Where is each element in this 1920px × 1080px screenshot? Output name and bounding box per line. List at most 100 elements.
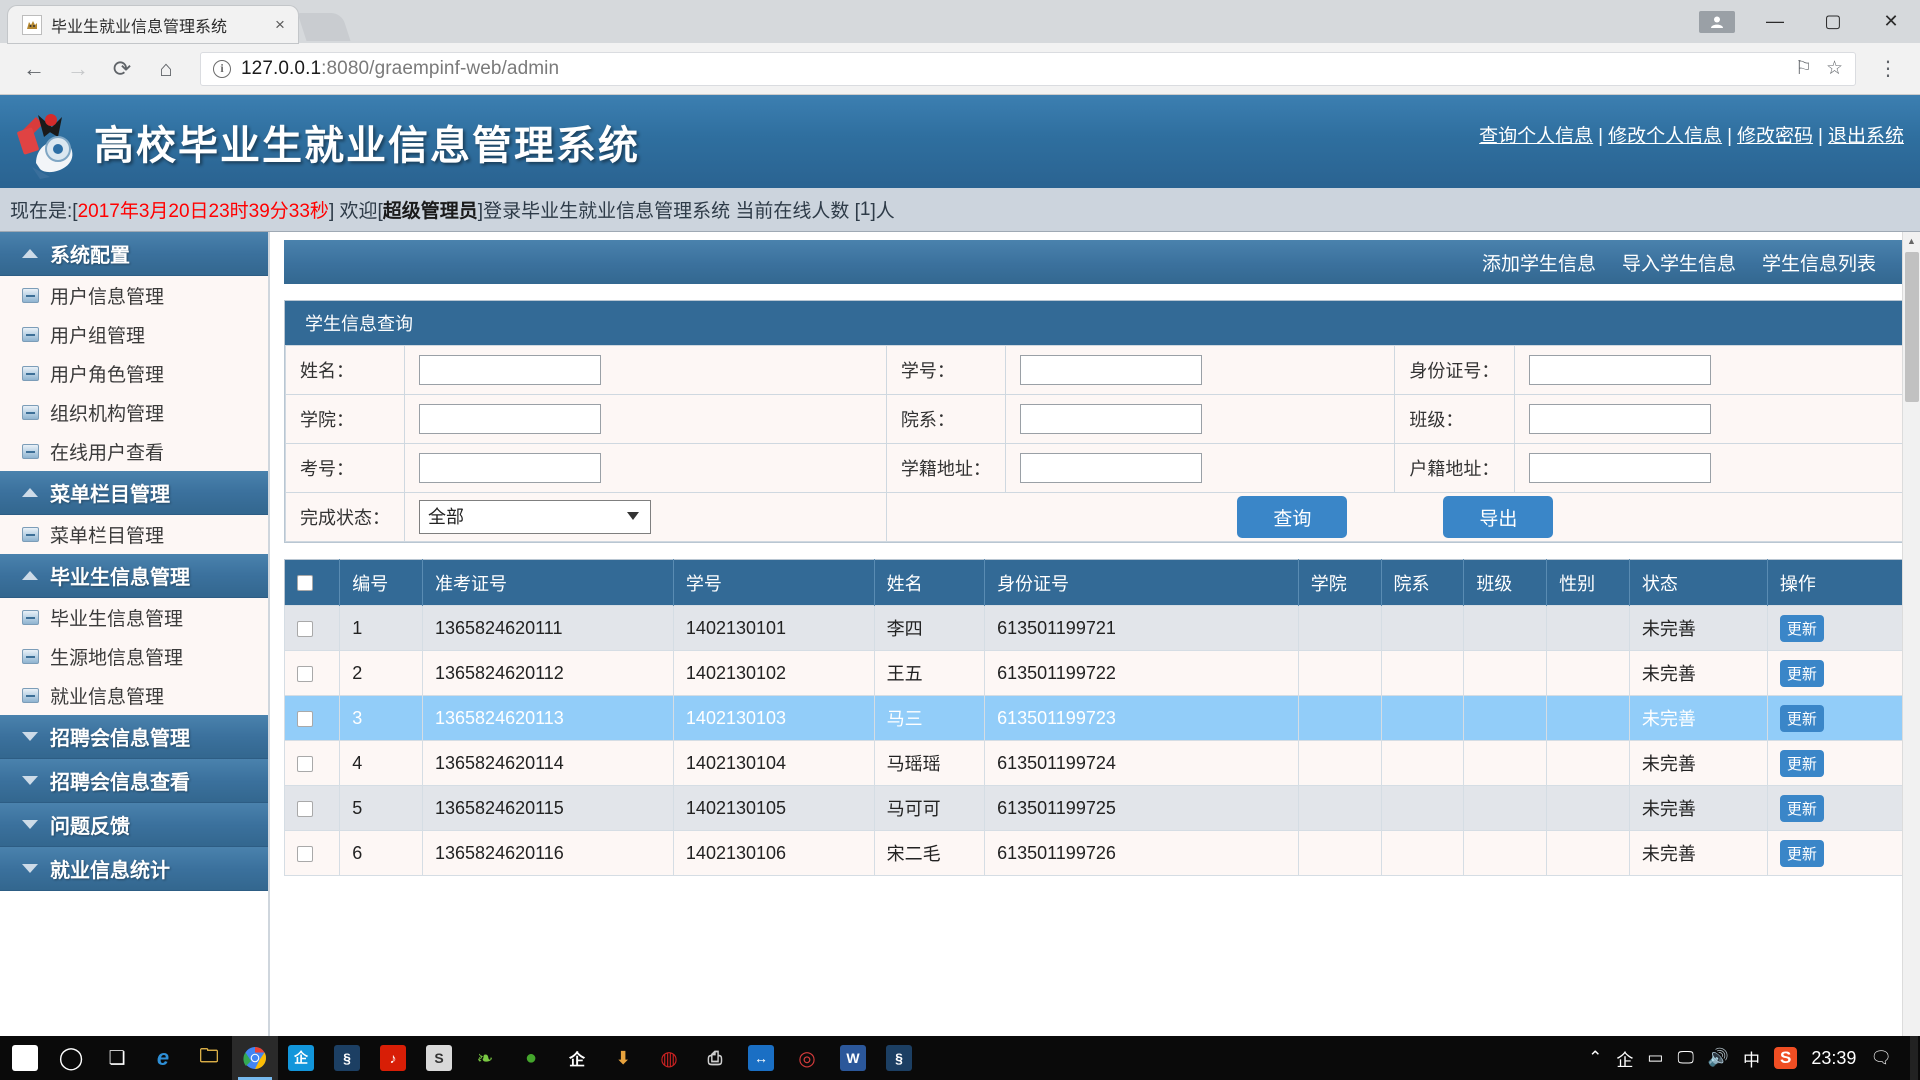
search-button[interactable]: 查询: [1237, 496, 1347, 538]
show-desktop-button[interactable]: [1910, 1036, 1918, 1080]
close-tab-icon[interactable]: ×: [268, 15, 292, 35]
profile-button[interactable]: [1688, 0, 1746, 43]
penguin-icon[interactable]: 企: [554, 1036, 600, 1080]
app-blue-icon[interactable]: §: [324, 1036, 370, 1080]
export-button[interactable]: 导出: [1443, 496, 1553, 538]
sidebar-item-user-role[interactable]: 用户角色管理: [0, 354, 268, 393]
green-app-icon[interactable]: ●: [508, 1036, 554, 1080]
device-icon[interactable]: ⎙: [692, 1036, 738, 1080]
maximize-button[interactable]: ▢: [1804, 0, 1862, 43]
forward-icon[interactable]: →: [58, 49, 98, 89]
update-button[interactable]: 更新: [1780, 840, 1824, 867]
table-row[interactable]: 4 1365824620114 1402130104 马瑶瑶 613501199…: [285, 741, 1906, 786]
row-checkbox[interactable]: [297, 756, 313, 772]
sidebar-item-online-users[interactable]: 在线用户查看: [0, 432, 268, 471]
browser-menu-icon[interactable]: ⋮: [1870, 56, 1906, 81]
new-tab-button[interactable]: [297, 13, 350, 41]
link-edit-personal-info[interactable]: 修改个人信息: [1608, 126, 1722, 147]
back-icon[interactable]: ←: [14, 49, 54, 89]
link-logout[interactable]: 退出系统: [1828, 126, 1904, 147]
exam-no-input[interactable]: [419, 453, 601, 483]
name-input[interactable]: [419, 355, 601, 385]
row-checkbox[interactable]: [297, 711, 313, 727]
cortana-icon[interactable]: ◯: [48, 1036, 94, 1080]
id-card-input[interactable]: [1529, 355, 1711, 385]
sidebar-item-graduate-info[interactable]: 毕业生信息管理: [0, 598, 268, 637]
qq-icon[interactable]: 企: [278, 1036, 324, 1080]
sidebar-item-employment-info[interactable]: 就业信息管理: [0, 676, 268, 715]
add-student-button[interactable]: 添加学生信息: [1482, 249, 1596, 276]
registry-addr-input[interactable]: [1020, 453, 1202, 483]
sogou-icon[interactable]: S: [1774, 1047, 1797, 1069]
row-checkbox[interactable]: [297, 621, 313, 637]
edge-icon[interactable]: e: [140, 1036, 186, 1080]
sidebar-group-graduate-info[interactable]: 毕业生信息管理: [0, 554, 268, 598]
update-button[interactable]: 更新: [1780, 660, 1824, 687]
student-list-button[interactable]: 学生信息列表: [1762, 249, 1876, 276]
qq-tray-icon[interactable]: 企: [1616, 1046, 1633, 1071]
class-input[interactable]: [1529, 404, 1711, 434]
scrollbar-thumb[interactable]: [1905, 252, 1919, 402]
sidebar-group-system-config[interactable]: 系统配置: [0, 232, 268, 276]
task-view-icon[interactable]: ❏: [94, 1036, 140, 1080]
select-all-checkbox[interactable]: [297, 575, 313, 591]
media-icon[interactable]: ◍: [646, 1036, 692, 1080]
file-explorer-icon[interactable]: 🗀: [186, 1036, 232, 1080]
volume-icon[interactable]: 🔊: [1708, 1048, 1729, 1068]
sidebar-item-organization[interactable]: 组织机构管理: [0, 393, 268, 432]
minimize-button[interactable]: —: [1746, 0, 1804, 43]
app-blue2-icon[interactable]: §: [876, 1036, 922, 1080]
editor-icon[interactable]: S: [416, 1036, 462, 1080]
link-change-password[interactable]: 修改密码: [1737, 126, 1813, 147]
link-query-personal-info[interactable]: 查询个人信息: [1479, 126, 1593, 147]
update-button[interactable]: 更新: [1780, 705, 1824, 732]
sidebar-item-user-info[interactable]: 用户信息管理: [0, 276, 268, 315]
student-no-input[interactable]: [1020, 355, 1202, 385]
table-row[interactable]: 2 1365824620112 1402130102 王五 6135011997…: [285, 651, 1906, 696]
table-row[interactable]: 1 1365824620111 1402130101 李四 6135011997…: [285, 606, 1906, 651]
address-bar[interactable]: i 127.0.0.1:8080/graempinf-web/admin ⚐ ☆: [200, 52, 1856, 86]
reload-icon[interactable]: ⟳: [102, 49, 142, 89]
row-checkbox[interactable]: [297, 666, 313, 682]
tray-expand-icon[interactable]: ⌃: [1588, 1048, 1602, 1068]
start-button[interactable]: [2, 1036, 48, 1080]
import-student-button[interactable]: 导入学生信息: [1622, 249, 1736, 276]
update-button[interactable]: 更新: [1780, 615, 1824, 642]
chrome-icon[interactable]: [232, 1036, 278, 1080]
notification-icon[interactable]: 🗨: [1870, 1048, 1892, 1068]
taskbar-clock[interactable]: 23:39: [1811, 1048, 1856, 1069]
close-window-button[interactable]: ✕: [1862, 0, 1920, 43]
home-icon[interactable]: ⌂: [146, 49, 186, 89]
update-button[interactable]: 更新: [1780, 795, 1824, 822]
site-info-icon[interactable]: i: [213, 60, 231, 78]
table-row[interactable]: 5 1365824620115 1402130105 马可可 613501199…: [285, 786, 1906, 831]
battery-icon[interactable]: ▭: [1647, 1048, 1663, 1068]
sidebar-group-job-fair-management[interactable]: 招聘会信息管理: [0, 715, 268, 759]
sidebar-item-origin-info[interactable]: 生源地信息管理: [0, 637, 268, 676]
red-app-icon[interactable]: ◎: [784, 1036, 830, 1080]
download-icon[interactable]: ⬇: [600, 1036, 646, 1080]
ime-icon[interactable]: 中: [1743, 1046, 1760, 1071]
household-addr-input[interactable]: [1529, 453, 1711, 483]
network-icon[interactable]: 🖵: [1677, 1048, 1693, 1068]
table-row[interactable]: 6 1365824620116 1402130106 宋二毛 613501199…: [285, 831, 1906, 876]
browser-tab[interactable]: 毕业生就业信息管理系统 ×: [8, 6, 298, 43]
bookmark-star-icon[interactable]: ☆: [1826, 57, 1843, 80]
sidebar-item-user-group[interactable]: 用户组管理: [0, 315, 268, 354]
row-checkbox[interactable]: [297, 801, 313, 817]
sidebar-group-employment-stats[interactable]: 就业信息统计: [0, 847, 268, 891]
green-leaf-icon[interactable]: ❧: [462, 1036, 508, 1080]
vertical-scrollbar[interactable]: ▲: [1902, 232, 1920, 1036]
college-input[interactable]: [419, 404, 601, 434]
update-button[interactable]: 更新: [1780, 750, 1824, 777]
status-select[interactable]: 全部: [419, 500, 651, 534]
word-icon[interactable]: W: [830, 1036, 876, 1080]
table-row[interactable]: 3 1365824620113 1402130103 马三 6135011997…: [285, 696, 1906, 741]
scroll-up-icon[interactable]: ▲: [1903, 232, 1920, 250]
sidebar-item-menu-management[interactable]: 菜单栏目管理: [0, 515, 268, 554]
sidebar-group-feedback[interactable]: 问题反馈: [0, 803, 268, 847]
netease-music-icon[interactable]: ♪: [370, 1036, 416, 1080]
teamviewer-icon[interactable]: ↔: [738, 1036, 784, 1080]
department-input[interactable]: [1020, 404, 1202, 434]
row-checkbox[interactable]: [297, 846, 313, 862]
